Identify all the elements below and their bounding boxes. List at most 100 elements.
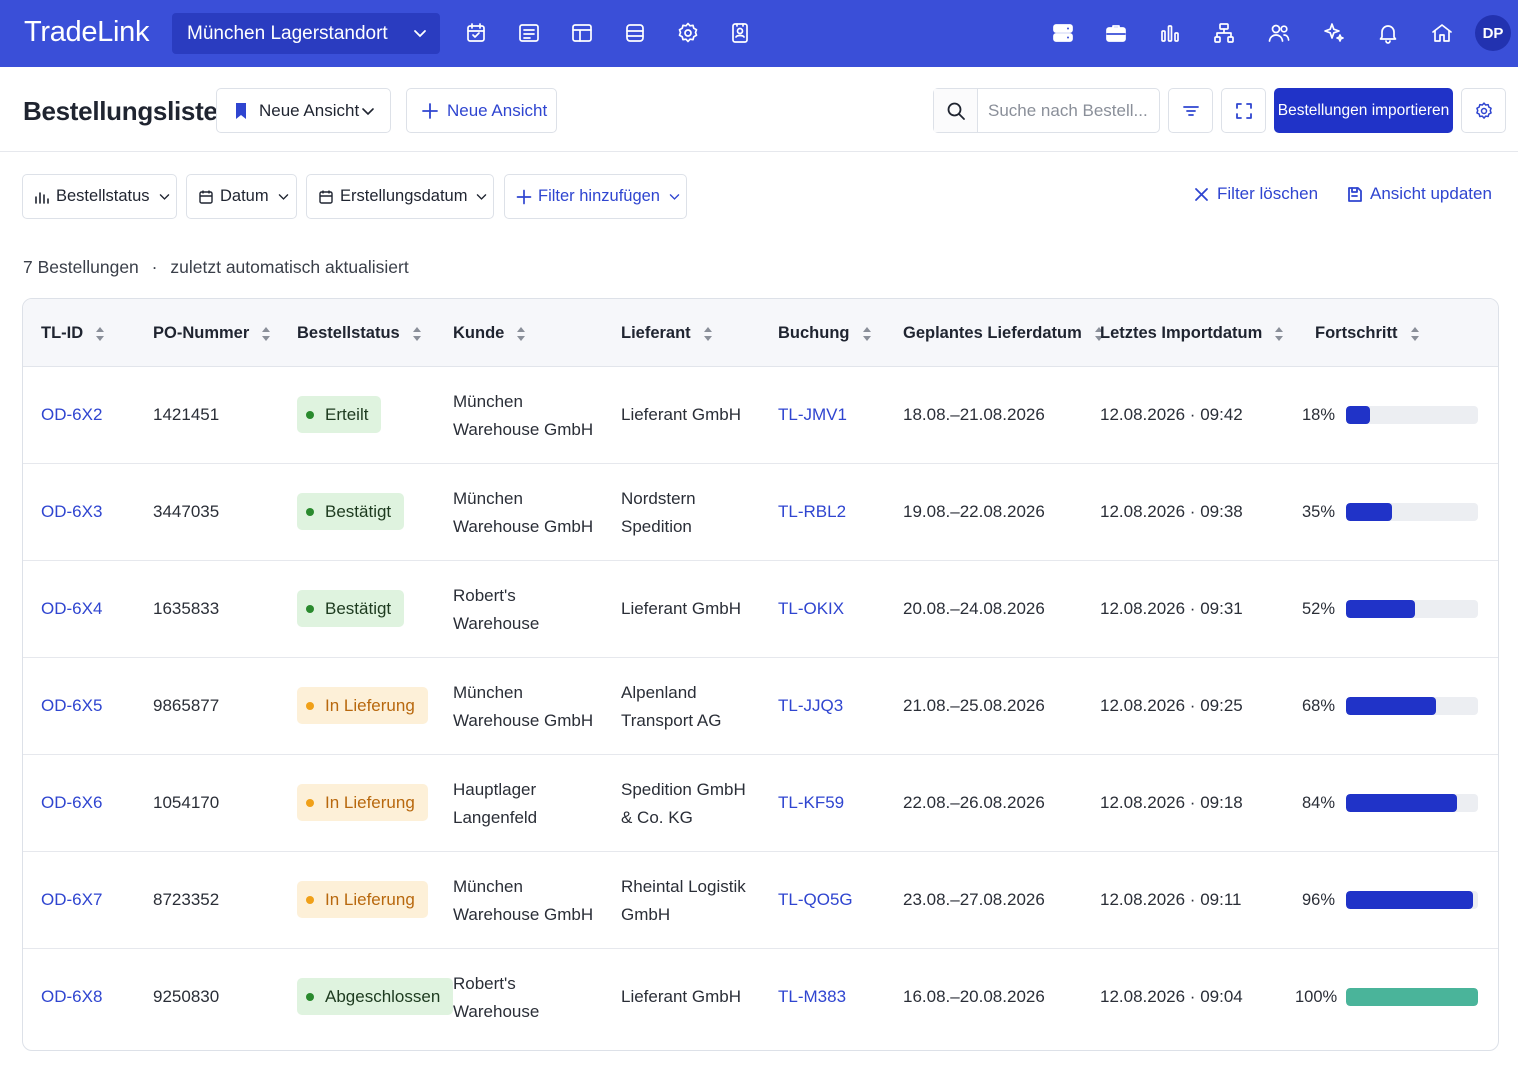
booking-link[interactable]: TL-QO5G bbox=[778, 886, 853, 914]
settings-button[interactable] bbox=[1461, 88, 1506, 133]
booking-link[interactable]: TL-JMV1 bbox=[778, 401, 847, 429]
hierarchy-icon[interactable] bbox=[1211, 20, 1237, 46]
planned-delivery-date: 19.08.–22.08.2026 bbox=[903, 502, 1045, 521]
booking-link[interactable]: TL-OKIX bbox=[778, 595, 844, 623]
po-number: 1421451 bbox=[153, 405, 220, 424]
table-row[interactable]: OD-6X8 9250830 Abgeschlossen Robert's Wareho… bbox=[23, 949, 1498, 1046]
progress-bar bbox=[1346, 697, 1478, 715]
sort-icon[interactable] bbox=[703, 326, 713, 342]
chevron-down-icon bbox=[362, 108, 374, 116]
briefcase-icon[interactable] bbox=[1103, 20, 1129, 46]
add-filter-button[interactable]: Filter hinzufügen bbox=[504, 174, 687, 219]
sort-icon[interactable] bbox=[862, 326, 872, 342]
fullscreen-button[interactable] bbox=[1221, 88, 1266, 133]
table-row[interactable]: OD-6X4 1635833 Bestätigt Robert's Warehouse L… bbox=[23, 561, 1498, 658]
po-number: 9250830 bbox=[153, 987, 220, 1006]
brand-logo[interactable]: TradeLink bbox=[24, 16, 149, 49]
status-label: Erteilt bbox=[325, 404, 369, 424]
home-icon[interactable] bbox=[1429, 20, 1455, 46]
sort-icon[interactable] bbox=[1410, 326, 1420, 342]
gear-icon bbox=[1475, 101, 1492, 119]
server-icon[interactable] bbox=[1050, 20, 1076, 46]
booking-link[interactable]: TL-JJQ3 bbox=[778, 692, 843, 720]
order-id-link[interactable]: OD-6X6 bbox=[41, 789, 102, 817]
sort-icon[interactable] bbox=[1274, 326, 1284, 342]
sort-icon[interactable] bbox=[95, 326, 105, 342]
table-row[interactable]: OD-6X7 8723352 In Lieferung München Warehous… bbox=[23, 852, 1498, 949]
sort-icon[interactable] bbox=[516, 326, 526, 342]
status-dot-icon bbox=[306, 507, 314, 516]
search-box bbox=[933, 88, 1160, 133]
supplier-name-line: Alpenland bbox=[621, 683, 697, 702]
user-avatar[interactable]: DP bbox=[1475, 15, 1511, 51]
plus-icon bbox=[516, 189, 532, 204]
progress-bar bbox=[1346, 988, 1478, 1006]
order-id-link[interactable]: OD-6X3 bbox=[41, 498, 102, 526]
orders-table: TL-ID PO-Nummer Bestellstatus Kunde Lieferan… bbox=[22, 298, 1499, 1051]
column-header-label: Kunde bbox=[453, 324, 505, 342]
sort-icon[interactable] bbox=[261, 326, 271, 342]
status-dot-icon bbox=[306, 701, 314, 710]
table-row[interactable]: OD-6X2 1421451 Erteilt München Warehouse Gmb… bbox=[23, 367, 1498, 464]
storage-icon[interactable] bbox=[622, 20, 648, 46]
result-count: 7 Bestellungen bbox=[23, 257, 139, 277]
booking-link[interactable]: TL-M383 bbox=[778, 983, 846, 1011]
saved-view-dropdown[interactable]: Neue Ansicht bbox=[216, 88, 391, 133]
column-header-po-number[interactable]: PO-Nummer bbox=[153, 324, 271, 343]
column-header-planned-delivery[interactable]: Geplantes Lieferdatum bbox=[903, 324, 1104, 343]
filter-button[interactable] bbox=[1168, 88, 1213, 133]
status-badge: Bestätigt bbox=[297, 590, 405, 627]
users-icon[interactable] bbox=[1266, 20, 1292, 46]
column-header-customer[interactable]: Kunde bbox=[453, 324, 526, 343]
order-id-link[interactable]: OD-6X7 bbox=[41, 886, 102, 914]
bell-icon[interactable] bbox=[1375, 20, 1401, 46]
table-layout-icon[interactable] bbox=[569, 20, 595, 46]
order-id-link[interactable]: OD-6X5 bbox=[41, 692, 102, 720]
table-row[interactable]: OD-6X6 1054170 In Lieferung Hauptlager Lange… bbox=[23, 755, 1498, 852]
last-import-date: 12.08.2026 · 09:11 bbox=[1100, 890, 1242, 909]
progress-bar-fill bbox=[1346, 891, 1473, 909]
supplier-name: Lieferant GmbH bbox=[621, 401, 741, 429]
filter-order-status[interactable]: Bestellstatus bbox=[22, 174, 177, 219]
table-row[interactable]: OD-6X3 3447035 Bestätigt München Warehouse G… bbox=[23, 464, 1498, 561]
customer-name: München Warehouse GmbH bbox=[453, 388, 593, 444]
save-icon bbox=[1348, 186, 1362, 202]
column-header-progress[interactable]: Fortschritt bbox=[1315, 324, 1420, 343]
contact-card-icon[interactable] bbox=[727, 20, 753, 46]
po-number: 1635833 bbox=[153, 599, 220, 618]
column-header-tl-id[interactable]: TL-ID bbox=[41, 324, 105, 343]
filter-date[interactable]: Datum bbox=[186, 174, 297, 219]
list-icon[interactable] bbox=[516, 20, 542, 46]
order-id-link[interactable]: OD-6X4 bbox=[41, 595, 102, 623]
supplier-name-line: Nordstern bbox=[621, 489, 696, 508]
supplier-name-line: Transport AG bbox=[621, 711, 722, 730]
column-header-label: Lieferant bbox=[621, 324, 691, 342]
column-header-label: TL-ID bbox=[41, 324, 84, 342]
progress-bar-fill bbox=[1346, 988, 1478, 1006]
location-selector[interactable]: München Lagerstandort bbox=[172, 13, 440, 54]
new-view-button[interactable]: Neue Ansicht bbox=[406, 88, 557, 133]
booking-link[interactable]: TL-RBL2 bbox=[778, 498, 846, 526]
calendar-icon[interactable] bbox=[463, 20, 489, 46]
column-header-supplier[interactable]: Lieferant bbox=[621, 324, 713, 343]
booking-link[interactable]: TL-KF59 bbox=[778, 789, 844, 817]
order-id-link[interactable]: OD-6X8 bbox=[41, 983, 102, 1011]
column-header-booking[interactable]: Buchung bbox=[778, 324, 872, 343]
sparkle-icon[interactable] bbox=[1321, 20, 1347, 46]
sort-icon[interactable] bbox=[412, 326, 422, 342]
clear-filters-link[interactable]: Filter löschen bbox=[1193, 184, 1318, 204]
table-row[interactable]: OD-6X5 9865877 In Lieferung München Warehous… bbox=[23, 658, 1498, 755]
supplier-name: Spedition GmbH & Co. KG bbox=[621, 776, 746, 832]
status-badge: In Lieferung bbox=[297, 687, 428, 724]
order-id-link[interactable]: OD-6X2 bbox=[41, 401, 102, 429]
search-input[interactable] bbox=[978, 100, 1158, 121]
import-orders-button[interactable]: Bestellungen importieren bbox=[1274, 88, 1453, 133]
customer-name: Hauptlager Langenfeld bbox=[453, 776, 537, 832]
column-header-last-import[interactable]: Letztes Importdatum bbox=[1100, 324, 1284, 343]
gear-icon[interactable] bbox=[675, 20, 701, 46]
filter-created-date[interactable]: Erstellungsdatum bbox=[306, 174, 494, 219]
update-view-link[interactable]: Ansicht updaten bbox=[1346, 184, 1492, 204]
bar-chart-icon[interactable] bbox=[1157, 20, 1183, 46]
search-icon[interactable] bbox=[934, 89, 978, 132]
column-header-order-status[interactable]: Bestellstatus bbox=[297, 324, 422, 343]
